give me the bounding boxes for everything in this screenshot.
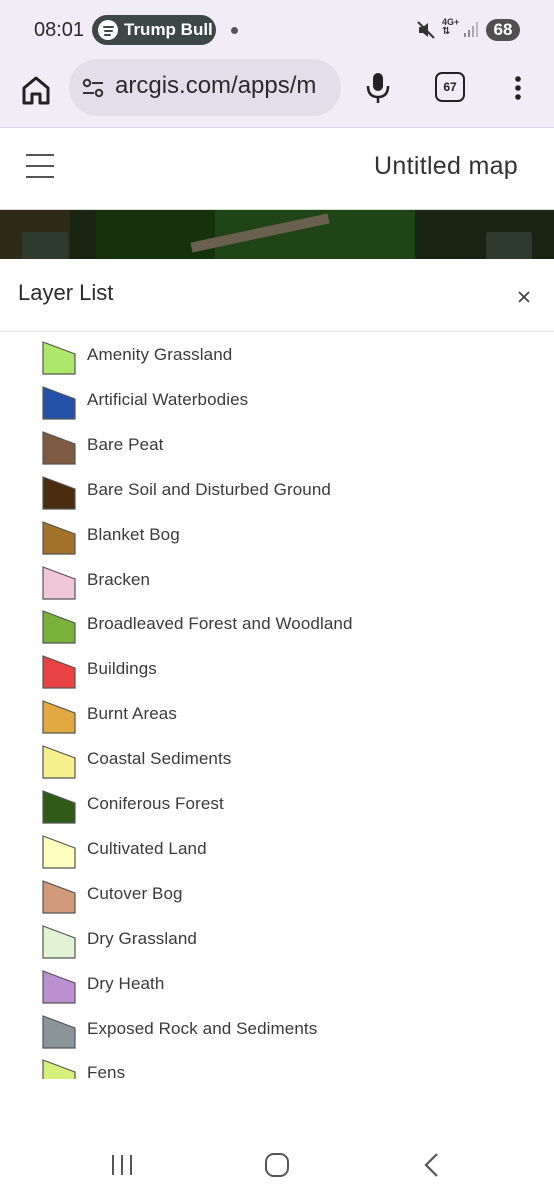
layer-label: Cutover Bog — [87, 884, 183, 903]
layer-list-panel: Layer List Amenity Grassland Artificial W… — [0, 259, 554, 1079]
legend-swatch-icon — [42, 476, 76, 510]
layer-label: Dry Heath — [87, 974, 165, 993]
back-icon[interactable] — [422, 1152, 442, 1178]
home-nav-icon[interactable] — [264, 1152, 290, 1178]
legend-swatch-icon — [42, 1015, 76, 1049]
battery-indicator: 68 — [486, 19, 520, 41]
mute-icon — [417, 21, 435, 39]
status-bar: 08:01 Trump Bull 4G+ ⇅ 68 — [0, 0, 554, 62]
legend-swatch-icon — [42, 521, 76, 555]
layer-item[interactable]: Bracken — [0, 558, 554, 602]
layer-label: Bare Soil and Disturbed Ground — [87, 480, 331, 499]
legend-swatch-icon — [42, 386, 76, 420]
map-qr-icon[interactable] — [486, 232, 532, 259]
legend-swatch-icon — [42, 835, 76, 869]
hamburger-menu-icon[interactable] — [26, 154, 54, 180]
layer-label: Bare Peat — [87, 435, 164, 454]
layer-label: Bracken — [87, 570, 151, 589]
layer-label: Buildings — [87, 659, 157, 678]
recents-icon[interactable] — [110, 1153, 134, 1177]
layer-item[interactable]: Fens — [0, 1051, 554, 1079]
network-type: 4G+ ⇅ — [442, 18, 459, 37]
layer-item[interactable]: Burnt Areas — [0, 692, 554, 736]
site-settings-icon[interactable] — [81, 76, 105, 100]
layer-label: Fens — [87, 1063, 126, 1079]
close-icon[interactable] — [514, 287, 534, 307]
legend-swatch-icon — [42, 970, 76, 1004]
layer-item[interactable]: Bare Soil and Disturbed Ground — [0, 468, 554, 512]
url-text: arcgis.com/apps/m — [115, 72, 317, 99]
now-playing-chip[interactable]: Trump Bull — [92, 15, 216, 45]
app-header: Untitled map — [0, 128, 554, 210]
now-playing-text: Trump Bull — [124, 20, 213, 39]
legend-swatch-icon — [42, 880, 76, 914]
layer-label: Dry Grassland — [87, 929, 197, 948]
layer-item[interactable]: Artificial Waterbodies — [0, 378, 554, 422]
layer-label: Blanket Bog — [87, 525, 180, 544]
legend-swatch-icon — [42, 566, 76, 600]
legend-swatch-icon — [42, 700, 76, 734]
mic-icon[interactable] — [363, 70, 393, 106]
layer-label: Amenity Grassland — [87, 345, 233, 364]
legend-swatch-icon — [42, 745, 76, 779]
system-nav-bar — [0, 1130, 554, 1200]
panel-header: Layer List — [0, 259, 554, 332]
data-arrows-icon: ⇅ — [442, 26, 451, 37]
panel-title: Layer List — [18, 280, 114, 305]
legend-swatch-icon — [42, 925, 76, 959]
layer-item[interactable]: Cultivated Land — [0, 827, 554, 871]
layer-label: Coniferous Forest — [87, 794, 224, 813]
layer-item[interactable]: Dry Grassland — [0, 917, 554, 961]
layer-label: Broadleaved Forest and Woodland — [87, 614, 353, 633]
signal-icon — [464, 22, 478, 37]
tabs-icon[interactable]: 67 — [435, 72, 465, 102]
home-icon[interactable] — [18, 72, 54, 108]
layer-item[interactable]: Buildings — [0, 647, 554, 691]
layer-label: Coastal Sediments — [87, 749, 232, 768]
map-search-icon[interactable] — [22, 232, 68, 259]
layer-label: Exposed Rock and Sediments — [87, 1019, 318, 1038]
layer-label: Burnt Areas — [87, 704, 177, 723]
layer-item[interactable]: Blanket Bog — [0, 513, 554, 557]
map-title: Untitled map — [374, 152, 518, 180]
layer-item[interactable]: Broadleaved Forest and Woodland — [0, 602, 554, 646]
spotify-icon — [98, 20, 118, 40]
layer-label: Artificial Waterbodies — [87, 390, 249, 409]
more-icon[interactable] — [511, 74, 525, 104]
map-view[interactable] — [0, 210, 554, 259]
layer-item[interactable]: Coastal Sediments — [0, 737, 554, 781]
browser-toolbar: arcgis.com/apps/m 67 — [0, 59, 554, 128]
layer-item[interactable]: Amenity Grassland — [0, 333, 554, 377]
layer-item[interactable]: Dry Heath — [0, 962, 554, 1006]
layer-item[interactable]: Exposed Rock and Sediments — [0, 1007, 554, 1051]
notification-dot-icon — [231, 27, 238, 34]
address-bar[interactable]: arcgis.com/apps/m — [69, 59, 341, 116]
layer-label: Cultivated Land — [87, 839, 207, 858]
layer-item[interactable]: Cutover Bog — [0, 872, 554, 916]
legend-swatch-icon — [42, 341, 76, 375]
legend-swatch-icon — [42, 610, 76, 644]
status-time: 08:01 — [34, 19, 85, 41]
legend-swatch-icon — [42, 655, 76, 689]
legend-swatch-icon — [42, 1059, 76, 1079]
layer-item[interactable]: Bare Peat — [0, 423, 554, 467]
layer-item[interactable]: Coniferous Forest — [0, 782, 554, 826]
legend-swatch-icon — [42, 431, 76, 465]
legend-swatch-icon — [42, 790, 76, 824]
